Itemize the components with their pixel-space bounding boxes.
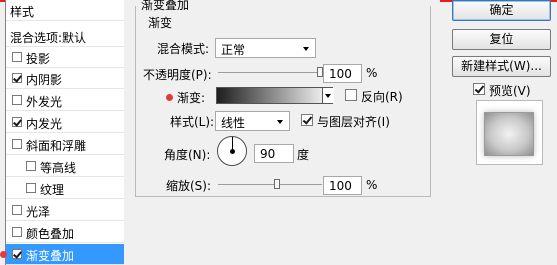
sidebar-item-label: 纹理	[40, 183, 65, 197]
sidebar-item-contour[interactable]: 等高线	[6, 156, 124, 177]
reverse-label: 反向(R)	[361, 90, 403, 104]
reset-button[interactable]: 复位	[452, 29, 551, 50]
chevron-down-icon	[277, 120, 283, 124]
opacity-label: 不透明度(P):	[143, 68, 212, 82]
angle-unit: 度	[297, 148, 310, 162]
sidebar-item-label: 内发光	[26, 117, 63, 131]
styles-list: 样式 混合选项:默认 投影 内阴影 外发光 内发光 斜面和浮雕 等高线 纹理 光…	[5, 0, 125, 265]
preview-swatch	[484, 112, 534, 156]
sidebar-item-label: 内阴影	[26, 73, 63, 87]
blend-mode-label: 混合模式:	[157, 42, 210, 56]
gradient-label: 渐变:	[177, 91, 206, 105]
new-style-button[interactable]: 新建样式(W)...	[452, 56, 551, 77]
sidebar-item-label: 等高线	[40, 161, 77, 175]
section-title: 渐变	[148, 16, 173, 30]
angle-dial-center	[230, 149, 235, 154]
sidebar-item-bevel-emboss[interactable]: 斜面和浮雕	[6, 134, 124, 155]
preview-label: 预览(V)	[489, 84, 531, 98]
angle-input[interactable]: 90	[254, 144, 294, 163]
sidebar-item-gradient-overlay[interactable]: 渐变叠加	[6, 244, 124, 265]
scale-slider[interactable]	[218, 184, 322, 185]
angle-label: 角度(N):	[164, 148, 211, 162]
scale-input[interactable]: 100	[323, 176, 362, 195]
sidebar-item-texture[interactable]: 纹理	[6, 178, 124, 199]
group-title: 渐变叠加	[139, 0, 192, 13]
checkbox-drop-shadow[interactable]	[12, 52, 22, 62]
checkbox-satin[interactable]	[12, 205, 22, 215]
checkbox-outer-glow[interactable]	[12, 95, 22, 105]
marker-dot	[166, 94, 173, 101]
sidebar-item-blending-options[interactable]: 混合选项:默认	[6, 26, 124, 47]
scale-slider-thumb[interactable]	[274, 179, 281, 189]
opacity-slider[interactable]	[218, 72, 322, 73]
checkbox-inner-glow[interactable]	[12, 117, 22, 127]
sidebar-item-label: 光泽	[26, 205, 51, 219]
align-with-layer-label: 与图层对齐(I)	[317, 115, 390, 129]
gradient-picker[interactable]	[216, 87, 333, 104]
style-select[interactable]: 线性	[215, 111, 290, 131]
align-with-layer-checkbox[interactable]	[301, 114, 313, 126]
style-label: 样式(L):	[170, 115, 215, 129]
sidebar-item-label: 渐变叠加	[26, 249, 75, 263]
sidebar-item-satin[interactable]: 光泽	[6, 200, 124, 221]
sidebar-item-label: 颜色叠加	[26, 227, 75, 241]
preview-checkbox[interactable]	[473, 83, 485, 95]
marker-dot	[0, 251, 7, 258]
style-value: 线性	[221, 116, 246, 130]
sidebar-item-label: 投影	[26, 52, 51, 66]
checkbox-texture[interactable]	[26, 183, 36, 193]
sidebar-item-color-overlay[interactable]: 颜色叠加	[6, 222, 124, 243]
sidebar-item-label: 外发光	[26, 95, 63, 109]
blend-mode-value: 正常	[221, 43, 246, 57]
sidebar-item-inner-glow[interactable]: 内发光	[6, 112, 124, 133]
checkbox-gradient-overlay[interactable]	[12, 249, 22, 259]
sidebar-item-label: 混合选项:默认	[10, 31, 87, 45]
checkbox-inner-shadow[interactable]	[12, 73, 22, 83]
gradient-dropdown-button[interactable]	[322, 88, 334, 103]
scale-value: 100	[329, 179, 352, 193]
checkbox-color-overlay[interactable]	[12, 227, 22, 237]
angle-value: 90	[260, 147, 276, 161]
checkbox-contour[interactable]	[26, 161, 36, 171]
chevron-down-icon	[303, 47, 309, 51]
ok-button[interactable]: 确定	[452, 0, 551, 21]
styles-header: 样式	[6, 0, 124, 21]
reverse-checkbox[interactable]	[345, 89, 357, 101]
styles-header-label: 样式	[10, 5, 35, 19]
opacity-percent: %	[366, 66, 378, 80]
scale-label: 缩放(S):	[166, 179, 212, 193]
sidebar-item-label: 斜面和浮雕	[26, 139, 87, 153]
opacity-input[interactable]: 100	[323, 64, 362, 83]
sidebar-item-drop-shadow[interactable]: 投影	[6, 47, 124, 68]
sidebar-item-inner-shadow[interactable]: 内阴影	[6, 68, 124, 89]
sidebar-item-outer-glow[interactable]: 外发光	[6, 90, 124, 111]
opacity-value: 100	[329, 67, 352, 81]
checkbox-bevel-emboss[interactable]	[12, 139, 22, 149]
scale-percent: %	[366, 178, 378, 192]
blend-mode-select[interactable]: 正常	[215, 38, 316, 58]
